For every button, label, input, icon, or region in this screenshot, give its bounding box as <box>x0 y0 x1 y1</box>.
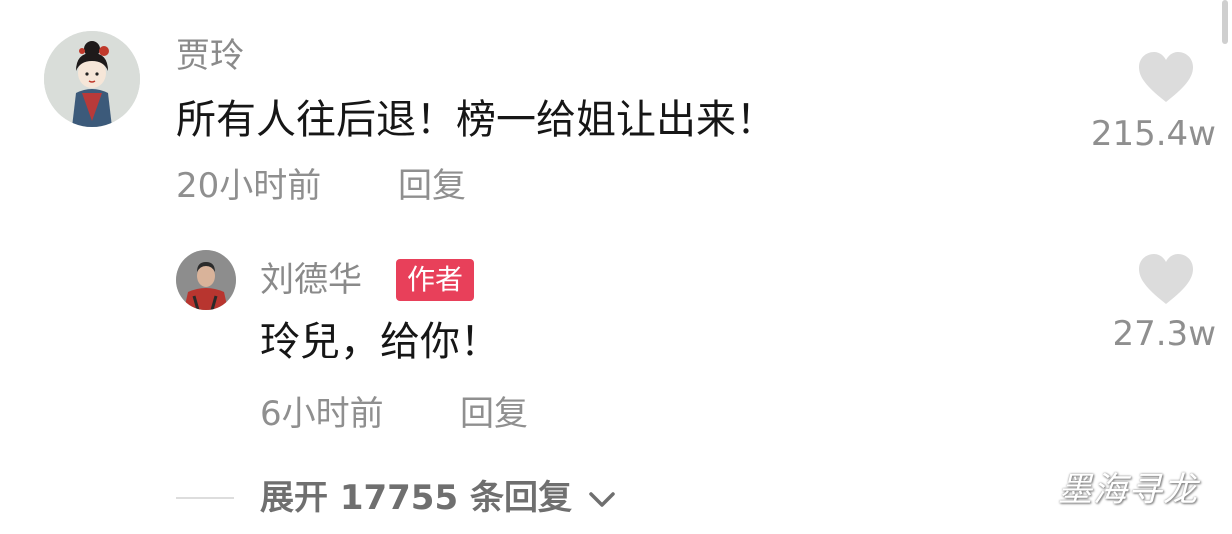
heart-icon <box>1139 254 1193 304</box>
reply-like-button[interactable] <box>1138 254 1194 306</box>
comment-like-button[interactable] <box>1138 52 1194 104</box>
comment-item: 贾玲 所有人往后退！榜一给姐让出来！ 20小时前 回复 215.4w <box>0 0 1232 230</box>
comment-username[interactable]: 贾玲 <box>176 36 244 76</box>
avatar-girl-illustration-icon <box>44 31 140 127</box>
chevron-down-icon <box>589 492 615 507</box>
comment-text: 所有人往后退！榜一给姐让出来！ <box>176 97 776 143</box>
avatar[interactable] <box>176 250 236 310</box>
avatar[interactable] <box>44 31 140 127</box>
comment-time: 20小时前 <box>176 166 322 206</box>
watermark: 墨海寻龙 <box>1058 470 1198 510</box>
reply-username[interactable]: 刘德华 <box>260 260 362 300</box>
avatar-man-photo-icon <box>176 250 236 310</box>
expand-replies-label[interactable]: 展开 17755 条回复 <box>260 478 572 518</box>
comment-reply-button[interactable]: 回复 <box>398 166 466 206</box>
reply-time: 6小时前 <box>260 394 384 434</box>
reply-text: 玲兒，给你！ <box>260 319 500 365</box>
comment-like-count: 215.4w <box>1090 114 1216 154</box>
author-badge: 作者 <box>396 259 475 301</box>
expand-replies[interactable]: 展开 17755 条回复 <box>176 476 636 520</box>
heart-icon <box>1139 52 1193 102</box>
reply-like-count: 27.3w <box>1112 314 1216 354</box>
reply-item: 刘德华 作者 玲兒，给你！ 6小时前 回复 27.3w <box>0 230 1232 450</box>
reply-reply-button[interactable]: 回复 <box>460 394 528 434</box>
divider <box>176 497 234 499</box>
